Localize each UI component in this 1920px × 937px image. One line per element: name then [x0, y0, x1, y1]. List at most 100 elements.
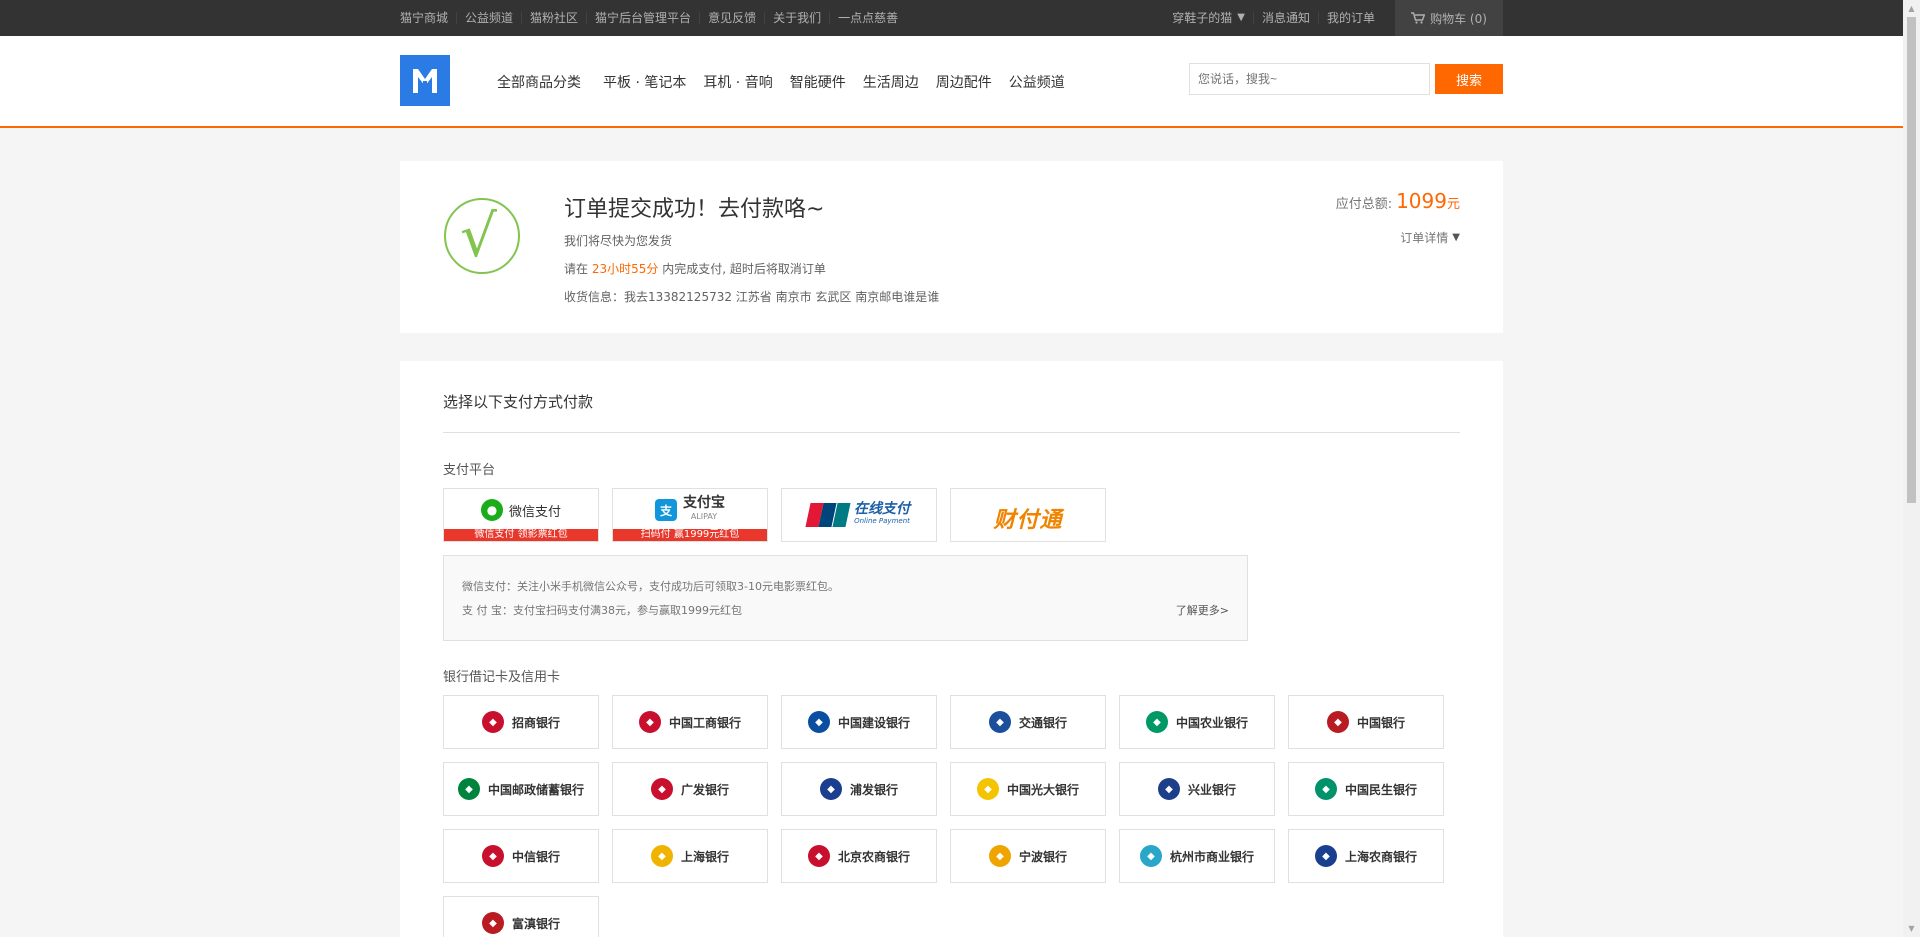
top-link-feedback[interactable]: 意见反馈: [699, 12, 764, 24]
bank-logo-icon: ◆: [481, 845, 504, 867]
bank-name: 中国工商银行: [668, 715, 741, 730]
bank-option[interactable]: ◆ 北京农商银行: [781, 829, 937, 883]
bank-option[interactable]: ◆ 招商银行: [443, 695, 599, 749]
site-logo[interactable]: [400, 55, 450, 106]
nav-smart-hardware[interactable]: 智能硬件: [790, 72, 846, 92]
payment-methods-card: 选择以下支付方式付款 支付平台 ● 微信支付 微信支付 领影票红包 支 支付宝 …: [400, 361, 1503, 937]
bank-option[interactable]: ◆ 兴业银行: [1119, 762, 1275, 816]
bank-name: 上海银行: [680, 849, 729, 864]
bank-logo-icon: ◆: [481, 912, 504, 934]
payment-info-box: 微信支付：关注小米手机微信公众号，支付成功后可领取3-10元电影票红包。 支 付…: [443, 555, 1248, 641]
alipay-promo-text: 支 付 宝：支付宝扫码支付满38元，参与赢取1999元红包: [462, 604, 742, 617]
top-links: 猫宁商城 公益频道 猫粉社区 猫宁后台管理平台 意见反馈 关于我们 一点点慈善: [400, 12, 906, 24]
bank-logo-icon: ◆: [1139, 845, 1162, 867]
platform-wechat-pay[interactable]: ● 微信支付 微信支付 领影票红包: [443, 488, 599, 542]
chevron-down-icon: ▼: [1452, 232, 1460, 243]
bank-option[interactable]: ◆ 中国民生银行: [1288, 762, 1444, 816]
total-label: 应付总额:: [1335, 197, 1393, 212]
platform-tenpay[interactable]: 财付通: [950, 488, 1106, 542]
success-check-icon: √: [444, 198, 520, 274]
shipping-note: 我们将尽快为您发货: [564, 234, 673, 248]
unionpay-icon: [805, 503, 851, 527]
bank-option[interactable]: ◆ 交通银行: [950, 695, 1106, 749]
bank-logo-icon: ◆: [1314, 845, 1337, 867]
bank-logo-icon: ◆: [807, 845, 830, 867]
cart-button[interactable]: 购物车 (0): [1395, 0, 1503, 36]
bank-option[interactable]: ◆ 中国邮政储蓄银行: [443, 762, 599, 816]
bank-option[interactable]: ◆ 富滇银行: [443, 896, 599, 937]
total-unit: 元: [1446, 197, 1460, 212]
learn-more-link[interactable]: 了解更多>: [1176, 602, 1229, 618]
platform-unionpay[interactable]: 在线支付 Online Payment: [781, 488, 937, 542]
wechat-promo-text: 微信支付：关注小米手机微信公众号，支付成功后可领取3-10元电影票红包。: [462, 580, 839, 593]
bank-logo-icon: ◆: [976, 778, 999, 800]
bank-logo-icon: ◆: [988, 711, 1011, 733]
divider: [443, 432, 1460, 433]
platform-promo-badge: 扫码付 赢1999元红包: [613, 529, 767, 541]
payment-deadline: 请在 23小时55分 内完成支付, 超时后将取消订单: [564, 262, 826, 276]
wechat-icon: ●: [480, 499, 503, 521]
platform-promo-badge: 微信支付 领影票红包: [444, 529, 598, 541]
top-link-about[interactable]: 关于我们: [764, 12, 829, 24]
nav-accessories[interactable]: 周边配件: [936, 72, 992, 92]
cart-icon: [1411, 12, 1426, 24]
bank-option[interactable]: ◆ 宁波银行: [950, 829, 1106, 883]
bank-option[interactable]: ◆ 浦发银行: [781, 762, 937, 816]
scrollbar-thumb[interactable]: [1907, 17, 1916, 503]
scroll-down-icon[interactable]: ▼: [1903, 920, 1920, 937]
main-nav: 全部商品分类 平板 · 笔记本 耳机 · 音响 智能硬件 生活周边 周边配件 公…: [497, 36, 1082, 128]
nav-all-categories[interactable]: 全部商品分类: [497, 72, 581, 92]
bank-name: 兴业银行: [1187, 782, 1236, 797]
user-menu[interactable]: 穿鞋子的猫 ▼: [1164, 12, 1253, 24]
bank-name: 上海农商银行: [1344, 849, 1417, 864]
bank-logo-icon: ◆: [1314, 778, 1337, 800]
top-link-charity[interactable]: 公益频道: [456, 12, 521, 24]
nav-lifestyle[interactable]: 生活周边: [863, 72, 919, 92]
bank-option[interactable]: ◆ 中信银行: [443, 829, 599, 883]
bank-logo-icon: ◆: [638, 711, 661, 733]
tenpay-icon: 财付通: [993, 508, 1063, 533]
order-summary-card: √ 订单提交成功！去付款咯~ 我们将尽快为您发货 请在 23小时55分 内完成支…: [400, 161, 1503, 333]
bank-option[interactable]: ◆ 中国建设银行: [781, 695, 937, 749]
notifications-link[interactable]: 消息通知: [1252, 12, 1318, 24]
countdown-time: 23小时55分: [591, 262, 659, 276]
bank-name: 中国光大银行: [1006, 782, 1079, 797]
bank-name: 交通银行: [1018, 715, 1067, 730]
top-link-donate[interactable]: 一点点慈善: [829, 12, 906, 24]
nav-audio[interactable]: 耳机 · 音响: [703, 72, 772, 92]
bank-name: 中国银行: [1356, 715, 1405, 730]
bank-name: 浦发银行: [849, 782, 898, 797]
top-link-community[interactable]: 猫粉社区: [521, 12, 586, 24]
my-orders-link[interactable]: 我的订单: [1317, 12, 1383, 24]
bank-option[interactable]: ◆ 中国光大银行: [950, 762, 1106, 816]
scroll-up-icon[interactable]: ▲: [1903, 0, 1920, 17]
top-link-mall[interactable]: 猫宁商城: [400, 12, 456, 24]
bank-option[interactable]: ◆ 上海农商银行: [1288, 829, 1444, 883]
page-scrollbar[interactable]: ▲ ▼: [1903, 0, 1920, 937]
bank-name: 富滇银行: [511, 916, 560, 931]
payment-heading: 选择以下支付方式付款: [443, 393, 594, 411]
bank-option[interactable]: ◆ 上海银行: [612, 829, 768, 883]
platform-alipay[interactable]: 支 支付宝 ALIPAY 扫码付 赢1999元红包: [612, 488, 768, 542]
platform-section-label: 支付平台: [443, 463, 496, 478]
bank-option[interactable]: ◆ 广发银行: [612, 762, 768, 816]
site-header: 全部商品分类 平板 · 笔记本 耳机 · 音响 智能硬件 生活周边 周边配件 公…: [0, 36, 1903, 128]
bank-name: 中信银行: [511, 849, 560, 864]
total-amount: 1099: [1396, 189, 1447, 213]
bank-option[interactable]: ◆ 中国银行: [1288, 695, 1444, 749]
search-input[interactable]: [1189, 63, 1430, 95]
bank-option[interactable]: ◆ 中国工商银行: [612, 695, 768, 749]
cart-label: 购物车 (0): [1430, 11, 1487, 26]
search-button[interactable]: 搜索: [1435, 64, 1503, 94]
bank-name: 招商银行: [511, 715, 560, 730]
nav-tablet-laptop[interactable]: 平板 · 笔记本: [603, 72, 686, 92]
order-detail-toggle[interactable]: 订单详情 ▼: [1400, 229, 1460, 246]
bank-name: 宁波银行: [1018, 849, 1067, 864]
top-link-admin[interactable]: 猫宁后台管理平台: [586, 12, 699, 24]
bank-name: 中国农业银行: [1175, 715, 1248, 730]
bank-option[interactable]: ◆ 杭州市商业银行: [1119, 829, 1275, 883]
bank-name: 中国民生银行: [1344, 782, 1417, 797]
bank-option[interactable]: ◆ 中国农业银行: [1119, 695, 1275, 749]
bank-section-label: 银行借记卡及信用卡: [443, 670, 561, 685]
nav-charity[interactable]: 公益频道: [1009, 72, 1065, 92]
